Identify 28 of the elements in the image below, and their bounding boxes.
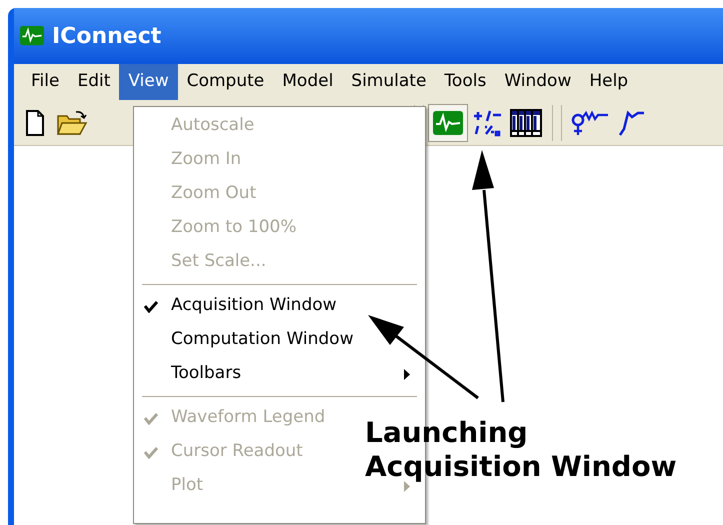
menu-item[interactable]: Window: [495, 64, 580, 100]
waveform-icon: [433, 110, 463, 134]
menu-item[interactable]: Help: [580, 64, 638, 100]
checkmark-icon: [144, 413, 158, 425]
waveform-icon: [20, 26, 44, 46]
menu-item[interactable]: Model: [273, 64, 342, 100]
submenu-arrow-icon: [404, 481, 410, 492]
menu-option[interactable]: Computation Window: [134, 323, 425, 357]
window-title: IConnect: [52, 22, 162, 50]
menu-option[interactable]: Toolbars: [134, 357, 425, 391]
resistor-icon: [570, 108, 610, 136]
checkmark-icon: [144, 447, 158, 459]
checkmark-icon: [144, 301, 158, 313]
menu-item[interactable]: Simulate: [342, 64, 436, 100]
folder-icon: [56, 110, 88, 136]
curve-icon: [618, 108, 644, 136]
plus-minus-fraction-icon: [472, 108, 502, 136]
menu-option[interactable]: Acquisition Window: [134, 289, 425, 323]
toolbar-grip[interactable]: [552, 104, 562, 140]
submenu-arrow-icon: [404, 369, 410, 380]
table-icon: [510, 108, 542, 136]
new-file-icon: [25, 110, 45, 136]
menu-item[interactable]: Compute: [178, 64, 274, 100]
menu-item[interactable]: View: [119, 64, 178, 100]
menu-item[interactable]: Tools: [435, 64, 496, 100]
menu-item[interactable]: File: [22, 64, 68, 100]
annotation-caption: Launching Acquisition Window: [365, 416, 678, 484]
menu-item[interactable]: Edit: [68, 64, 120, 100]
